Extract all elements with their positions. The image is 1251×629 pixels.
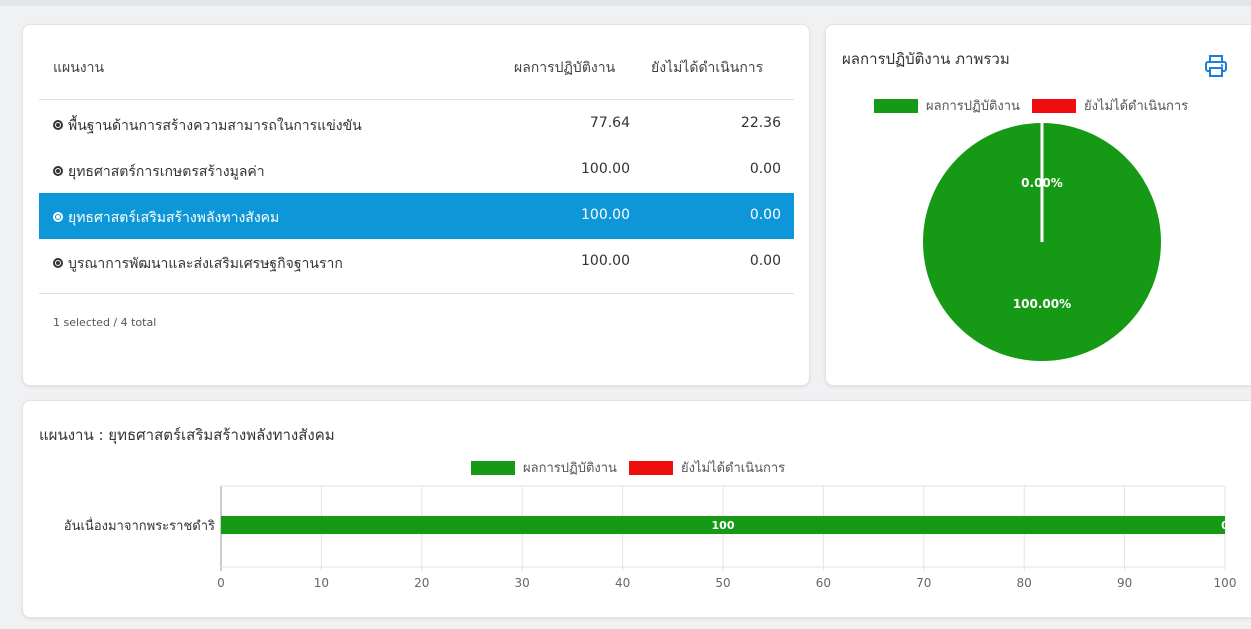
- pie-chart: 100.00% 0.00%: [923, 123, 1161, 361]
- x-tick-label: 100: [1214, 576, 1237, 590]
- printer-icon[interactable]: [1204, 55, 1228, 77]
- row-name: บูรณาการพัฒนาและส่งเสริมเศรษฐกิจฐานราก: [68, 256, 343, 272]
- x-tick-label: 30: [515, 576, 530, 590]
- plan-table-card: แผนงาน ผลการปฏิบัติงาน ยังไม่ได้ดำเนินกา…: [22, 24, 810, 386]
- top-strip: [0, 0, 1251, 6]
- radio-bullet-icon: [53, 120, 63, 130]
- x-tick-label: 70: [916, 576, 931, 590]
- row-name-cell: ยุทธศาสตร์เสริมสร้างพลังทางสังคม: [53, 207, 279, 229]
- legend-label: ผลการปฏิบัติงาน: [926, 99, 1020, 114]
- row-not-done: 0.00: [749, 161, 781, 177]
- row-name: ยุทธศาสตร์การเกษตรสร้างมูลค่า: [68, 164, 265, 180]
- row-not-done: 22.36: [740, 115, 781, 131]
- table-row-selected[interactable]: ยุทธศาสตร์เสริมสร้างพลังทางสังคม 100.00 …: [39, 193, 794, 239]
- bar-data-label: 0: [1221, 519, 1229, 532]
- x-tick-label: 20: [414, 576, 429, 590]
- row-performance: 100.00: [581, 207, 630, 223]
- legend-item-not-done[interactable]: ยังไม่ได้ดำเนินการ: [628, 457, 786, 478]
- x-tick-label: 90: [1117, 576, 1132, 590]
- row-not-done: 0.00: [749, 253, 781, 269]
- legend-label: ยังไม่ได้ดำเนินการ: [1083, 99, 1189, 114]
- legend-item-not-done[interactable]: ยังไม่ได้ดำเนินการ: [1031, 95, 1189, 116]
- x-tick-label: 0: [217, 576, 225, 590]
- column-header-plan[interactable]: แผนงาน: [53, 57, 104, 79]
- y-category-label: อันเนื่องมาจากพระราชดำริ: [64, 517, 215, 534]
- legend-item-performance[interactable]: ผลการปฏิบัติงาน: [471, 457, 617, 478]
- row-not-done: 0.00: [749, 207, 781, 223]
- pie-data-label: 0.00%: [1021, 176, 1063, 190]
- table-row[interactable]: ยุทธศาสตร์การเกษตรสร้างมูลค่า 100.00 0.0…: [39, 147, 794, 193]
- legend-swatch: [1031, 98, 1076, 113]
- legend-label: ยังไม่ได้ดำเนินการ: [680, 461, 786, 476]
- bar-chart: 0 10 20 30 40 50 60 70 80 90 100 อันเนื่องมาจากพระร…: [64, 485, 1237, 590]
- x-tick-label: 40: [615, 576, 630, 590]
- radio-bullet-icon: [53, 258, 63, 268]
- row-name: พื้นฐานด้านการสร้างความสามารถในการแข่งขั…: [68, 118, 362, 134]
- table-header: แผนงาน ผลการปฏิบัติงาน ยังไม่ได้ดำเนินกา…: [39, 25, 794, 100]
- legend-swatch: [874, 98, 918, 113]
- radio-bullet-icon: [53, 166, 63, 176]
- radio-bullet-icon: [53, 212, 63, 222]
- row-performance: 77.64: [589, 115, 630, 131]
- table-row[interactable]: พื้นฐานด้านการสร้างความสามารถในการแข่งขั…: [39, 101, 794, 147]
- column-header-performance[interactable]: ผลการปฏิบัติงาน: [514, 57, 615, 79]
- legend-swatch: [628, 460, 673, 475]
- x-tick-label: 50: [715, 576, 730, 590]
- pie-legend: ผลการปฏิบัติงาน ยังไม่ได้ดำเนินการ: [874, 95, 1200, 116]
- row-name-cell: ยุทธศาสตร์การเกษตรสร้างมูลค่า: [53, 161, 265, 183]
- bar-legend: ผลการปฏิบัติงาน ยังไม่ได้ดำเนินการ: [471, 457, 797, 478]
- table-footer: 1 selected / 4 total: [39, 293, 794, 329]
- row-performance: 100.00: [581, 161, 630, 177]
- legend-item-performance[interactable]: ผลการปฏิบัติงาน: [874, 95, 1020, 116]
- row-name-cell: พื้นฐานด้านการสร้างความสามารถในการแข่งขั…: [53, 115, 362, 137]
- x-tick-label: 80: [1017, 576, 1032, 590]
- column-header-not-done[interactable]: ยังไม่ได้ดำเนินการ: [651, 57, 763, 79]
- pie-chart-title: ผลการปฏิบัติงาน ภาพรวม: [842, 50, 1010, 68]
- bar-chart-title: แผนงาน : ยุทธศาสตร์เสริมสร้างพลังทางสังค…: [39, 426, 335, 444]
- table-row[interactable]: บูรณาการพัฒนาและส่งเสริมเศรษฐกิจฐานราก 1…: [39, 239, 794, 285]
- legend-swatch: [471, 460, 515, 475]
- x-tick-label: 60: [816, 576, 831, 590]
- row-performance: 100.00: [581, 253, 630, 269]
- x-tick-label: 10: [314, 576, 329, 590]
- selection-count: 1 selected / 4 total: [53, 316, 157, 329]
- bar-chart-card: แผนงาน : ยุทธศาสตร์เสริมสร้างพลังทางสังค…: [22, 400, 1251, 618]
- bar-data-label: 100: [712, 519, 735, 532]
- pie-chart-card: ผลการปฏิบัติงาน ภาพรวม ผลการปฏิบัติงาน ย…: [825, 24, 1251, 386]
- row-name: ยุทธศาสตร์เสริมสร้างพลังทางสังคม: [68, 210, 280, 226]
- row-name-cell: บูรณาการพัฒนาและส่งเสริมเศรษฐกิจฐานราก: [53, 253, 343, 275]
- pie-data-label: 100.00%: [1013, 297, 1071, 311]
- legend-label: ผลการปฏิบัติงาน: [523, 461, 617, 476]
